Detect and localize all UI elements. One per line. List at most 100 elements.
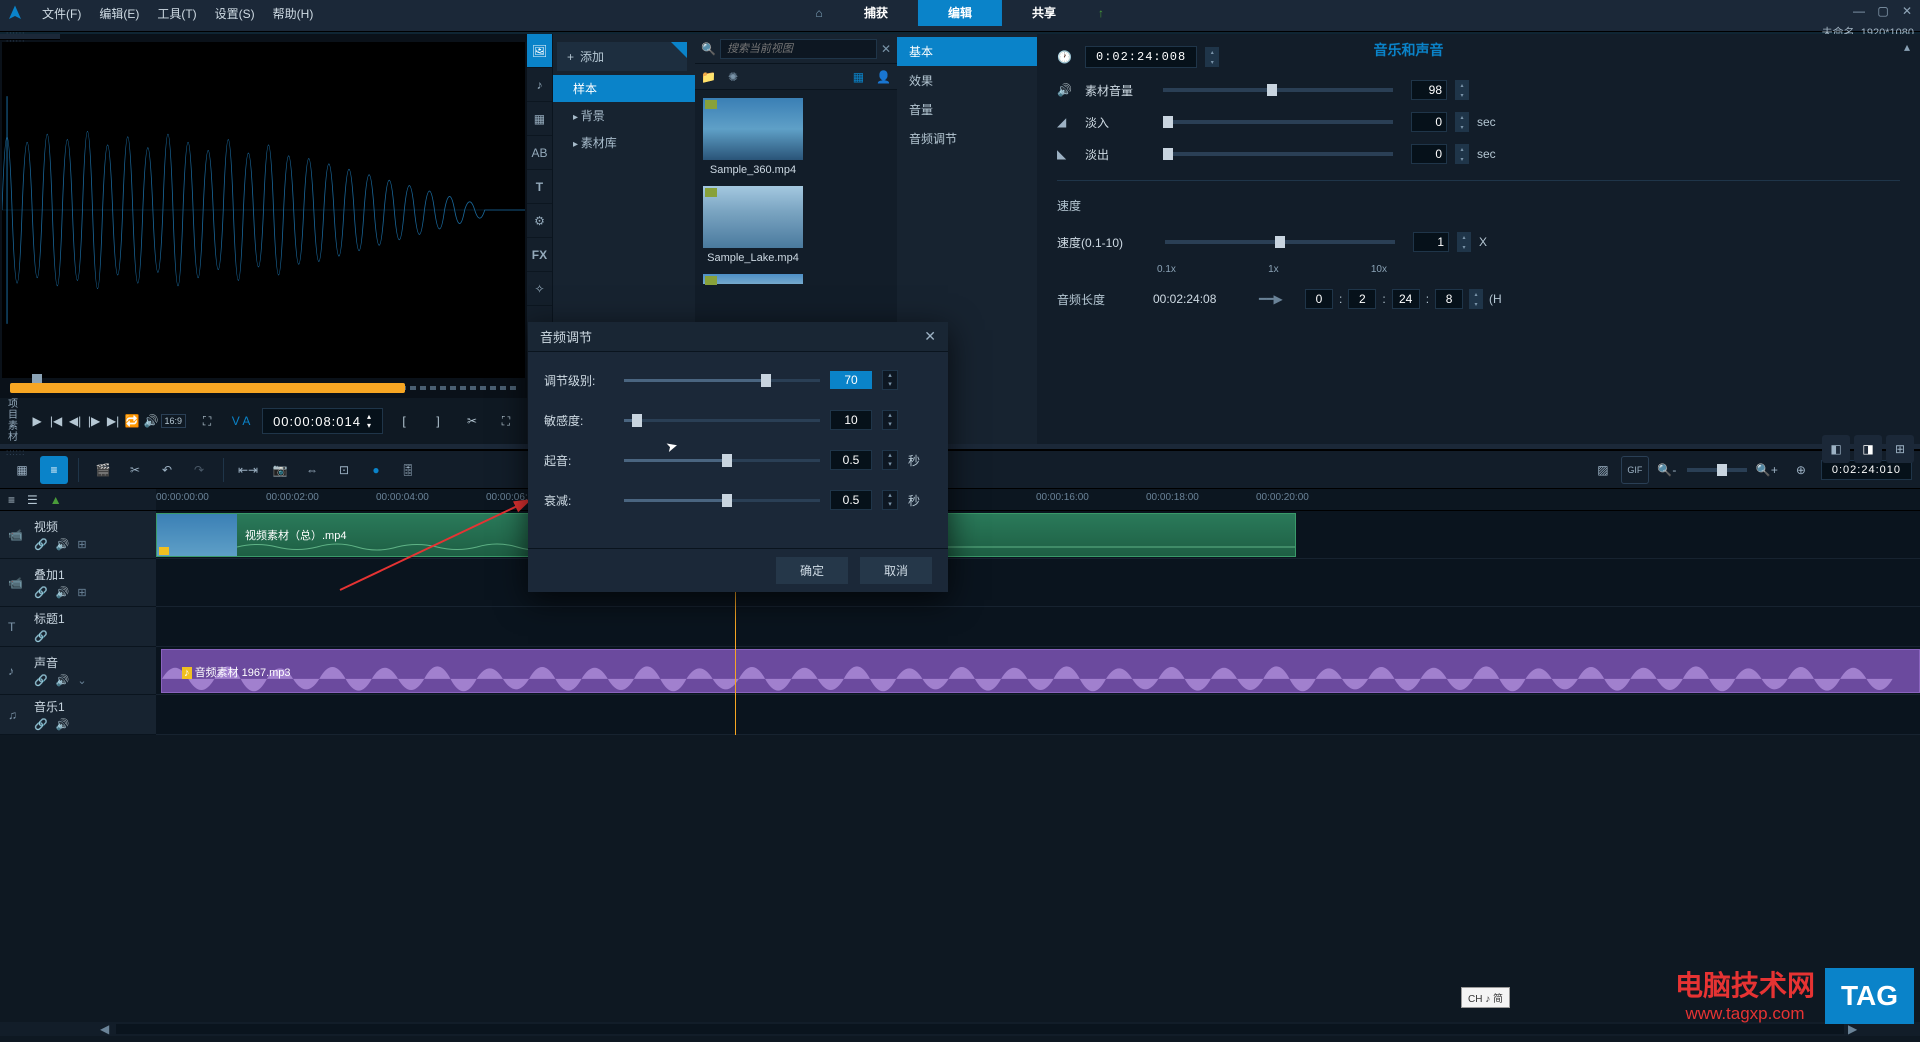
dur-s[interactable]: 24: [1392, 289, 1420, 309]
zoom-out-icon[interactable]: 🔍-: [1653, 456, 1681, 484]
prop-tab-effects[interactable]: 效果: [897, 66, 1037, 95]
track-lane-music[interactable]: [156, 695, 1920, 735]
lib-capture-icon[interactable]: ✺: [728, 70, 738, 84]
menu-help[interactable]: 帮助(H): [265, 1, 322, 26]
tl-redo-icon[interactable]: ↷: [185, 456, 213, 484]
tl-list-icon[interactable]: ≡: [8, 493, 15, 507]
prop-clip-volume-spinner[interactable]: ▴▾: [1455, 80, 1469, 100]
tab-capture[interactable]: 捕获: [834, 0, 918, 26]
preview-scrubber[interactable]: [10, 380, 517, 398]
track-lane-video[interactable]: 视频素材（总）.mp4: [156, 511, 1920, 559]
modal-ok-button[interactable]: 确定: [776, 557, 848, 584]
lib-tab-transition-icon[interactable]: AB: [527, 136, 552, 170]
minimize-button[interactable]: —: [1850, 2, 1868, 20]
fit-project-icon[interactable]: ⊕: [1787, 456, 1815, 484]
lib-import-icon[interactable]: 📁: [701, 70, 716, 84]
close-button[interactable]: ✕: [1898, 2, 1916, 20]
lib-view-thumbs-icon[interactable]: ▦: [853, 70, 864, 84]
expand-preview-button[interactable]: ⛶: [495, 410, 517, 432]
zoom-in-icon[interactable]: 🔍+: [1753, 456, 1781, 484]
tl-up-icon[interactable]: ▲: [50, 493, 62, 507]
modal-attack-slider[interactable]: [624, 459, 820, 462]
tl-gif-icon[interactable]: GIF: [1621, 456, 1649, 484]
panel-toggle-1-icon[interactable]: ◧: [1822, 435, 1850, 463]
lib-tab-title-icon[interactable]: T: [527, 170, 552, 204]
track-header-title[interactable]: T 标题1 🔗: [0, 607, 156, 647]
menu-file[interactable]: 文件(F): [34, 1, 89, 26]
menu-edit[interactable]: 编辑(E): [91, 1, 147, 26]
panel-toggle-2-icon[interactable]: ◨: [1854, 435, 1882, 463]
prop-clip-volume-value[interactable]: 98: [1411, 80, 1447, 100]
mark-out-button[interactable]: ]: [427, 410, 449, 432]
modal-sensitivity-value[interactable]: 10: [830, 410, 872, 430]
modal-level-slider[interactable]: [624, 379, 820, 382]
prop-speed-spinner[interactable]: ▴▾: [1457, 232, 1471, 252]
upload-icon[interactable]: ↑: [1086, 0, 1116, 26]
preview-dock-handle[interactable]: [0, 34, 60, 40]
timeline-ruler[interactable]: 00:00:00:00 00:00:02:00 00:00:04:00 00:0…: [156, 489, 1920, 510]
modal-sensitivity-spinner[interactable]: ▴▾: [882, 410, 898, 430]
prop-fade-out-spinner[interactable]: ▴▾: [1455, 144, 1469, 164]
prop-fade-in-value[interactable]: 0: [1411, 112, 1447, 132]
tl-list2-icon[interactable]: ☰: [27, 493, 38, 507]
lib-thumb-partial[interactable]: [703, 274, 803, 284]
lib-tab-media-icon[interactable]: 🖼: [527, 34, 552, 68]
tl-timeline-view-icon[interactable]: ≡: [40, 456, 68, 484]
timeline-h-scrollbar[interactable]: ◀ ▶: [0, 1022, 1920, 1036]
aspect-ratio-display[interactable]: 16:9: [161, 414, 187, 428]
prop-position-spinner[interactable]: ▴▾: [1205, 47, 1219, 67]
maximize-button[interactable]: ▢: [1874, 2, 1892, 20]
lib-tab-audio-icon[interactable]: ♪: [527, 68, 552, 102]
volume-button[interactable]: 🔊: [144, 410, 159, 432]
next-frame-button[interactable]: |▶: [87, 410, 102, 432]
tl-hide-tracks-icon[interactable]: ▨: [1589, 456, 1617, 484]
va-toggle[interactable]: V A: [230, 410, 252, 432]
lib-tab-path-icon[interactable]: ✧: [527, 272, 552, 306]
panel-toggle-3-icon[interactable]: ⊞: [1886, 435, 1914, 463]
track-lane-overlay[interactable]: [156, 559, 1920, 607]
lib-thumb-sample360[interactable]: Sample_360.mp4: [703, 98, 803, 176]
home-icon[interactable]: ⌂: [804, 0, 834, 26]
split-button[interactable]: ✂: [461, 410, 483, 432]
tl-rec-icon[interactable]: 🎬: [89, 456, 117, 484]
modal-level-spinner[interactable]: ▴▾: [882, 370, 898, 390]
prop-clip-volume-slider[interactable]: [1163, 88, 1393, 92]
modal-close-icon[interactable]: ✕: [924, 328, 936, 345]
prop-tab-audio-adjust[interactable]: 音频调节: [897, 124, 1037, 153]
track-header-sound[interactable]: ♪ 声音 🔗🔊⌄: [0, 647, 156, 695]
tab-edit[interactable]: 编辑: [918, 0, 1002, 26]
prop-position-timecode[interactable]: 0:02:24:008: [1085, 46, 1197, 68]
lib-tree-medialib[interactable]: 素材库: [553, 129, 695, 156]
modal-attack-value[interactable]: 0.5: [830, 450, 872, 470]
tab-share[interactable]: 共享: [1002, 0, 1086, 26]
prev-frame-button[interactable]: ◀|: [68, 410, 83, 432]
tl-storyboard-view-icon[interactable]: ▦: [8, 456, 36, 484]
modal-decay-spinner[interactable]: ▴▾: [882, 490, 898, 510]
modal-decay-slider[interactable]: [624, 499, 820, 502]
tl-mixer-icon[interactable]: 🎚: [394, 456, 422, 484]
modal-attack-spinner[interactable]: ▴▾: [882, 450, 898, 470]
props-collapse-icon[interactable]: ▴: [1904, 40, 1910, 54]
preview-mode-label[interactable]: 项目素材: [8, 399, 22, 443]
fullscreen-button[interactable]: ⛶: [196, 410, 218, 432]
track-header-music[interactable]: ♫ 音乐1 🔗🔊: [0, 695, 156, 735]
prop-fade-out-slider[interactable]: [1163, 152, 1393, 156]
track-header-video[interactable]: 📹 视频 🔗🔊⊞: [0, 511, 156, 559]
tl-cut-icon[interactable]: ✂: [121, 456, 149, 484]
tl-marker-icon[interactable]: ⇤⇥: [234, 456, 262, 484]
tl-snapshot-icon[interactable]: 📷: [266, 456, 294, 484]
modal-sensitivity-slider[interactable]: [624, 419, 820, 422]
track-lane-sound[interactable]: ♪ 音频素材 1967.mp3: [156, 647, 1920, 695]
modal-level-value[interactable]: 70: [830, 371, 872, 389]
lib-tree-background[interactable]: 背景: [553, 102, 695, 129]
menu-settings[interactable]: 设置(S): [207, 1, 263, 26]
tl-record-icon[interactable]: ●: [362, 456, 390, 484]
track-lane-title[interactable]: [156, 607, 1920, 647]
tl-zoom-fit-icon[interactable]: ⊡: [330, 456, 358, 484]
prop-speed-slider[interactable]: [1165, 240, 1395, 244]
prop-fade-in-slider[interactable]: [1163, 120, 1393, 124]
lib-tab-motion-icon[interactable]: ▦: [527, 102, 552, 136]
goto-end-button[interactable]: ▶|: [106, 410, 121, 432]
dur-h[interactable]: 0: [1305, 289, 1333, 309]
prop-tab-volume[interactable]: 音量: [897, 95, 1037, 124]
